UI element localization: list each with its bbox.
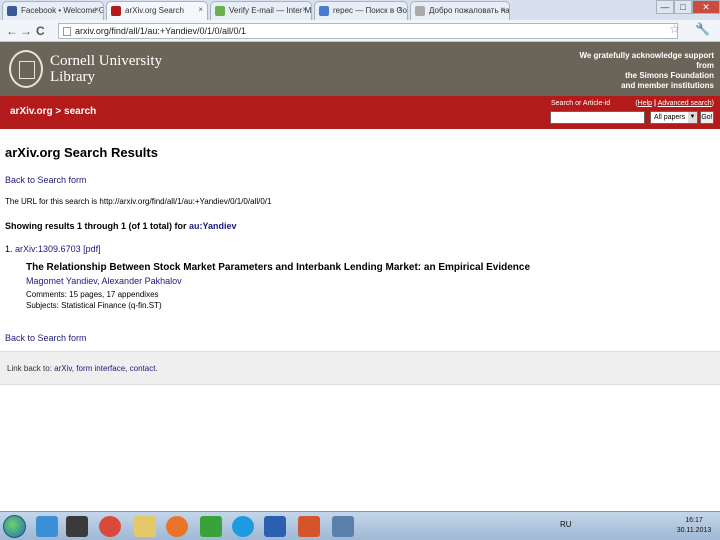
tab-label: Facebook • Welcome Google bbox=[21, 6, 103, 15]
close-window-button[interactable]: ✕ bbox=[692, 0, 720, 14]
arxiv-icon bbox=[111, 6, 121, 16]
firefox-icon[interactable] bbox=[166, 516, 188, 537]
facebook-icon bbox=[7, 6, 17, 16]
cornell-header: Cornell University Library We gratefully… bbox=[0, 42, 720, 96]
support-line: We gratefully acknowledge support from bbox=[579, 51, 714, 70]
footer-comma: , bbox=[71, 364, 75, 373]
paper-subjects: Subjects: Statistical Finance (q-fin.ST) bbox=[26, 301, 162, 310]
cornell-library-logo[interactable]: Cornell University Library bbox=[50, 53, 162, 85]
minimize-button[interactable]: — bbox=[656, 0, 674, 14]
page-title: arXiv.org Search Results bbox=[5, 145, 158, 160]
footer-form-interface-link[interactable]: form interface bbox=[76, 364, 125, 373]
cornell-seal-icon[interactable] bbox=[9, 50, 43, 88]
arxiv-id-link[interactable]: arXiv:1309.6703 bbox=[15, 244, 81, 254]
start-button[interactable] bbox=[3, 515, 26, 538]
authors-link[interactable]: Magomet Yandiev, Alexander Pakhalov bbox=[26, 276, 182, 286]
search-input[interactable] bbox=[550, 111, 645, 124]
search-url-text: The URL for this search is http://arxiv.… bbox=[5, 197, 272, 206]
support-line: the Simons Foundation bbox=[625, 71, 714, 80]
back-to-search-link-bottom[interactable]: Back to Search form bbox=[5, 333, 87, 343]
wrench-icon[interactable]: 🔧 bbox=[695, 22, 710, 36]
page-icon bbox=[63, 27, 71, 36]
chrome-icon[interactable] bbox=[99, 516, 121, 537]
tab-label: repec — Поиск в Google bbox=[333, 6, 407, 15]
page-icon bbox=[415, 6, 425, 16]
media-player-icon[interactable] bbox=[66, 516, 88, 537]
mail-icon bbox=[215, 6, 225, 16]
word-icon[interactable] bbox=[264, 516, 286, 537]
support-acknowledgement[interactable]: We gratefully acknowledge support from t… bbox=[564, 51, 714, 91]
picture-icon[interactable] bbox=[332, 516, 354, 537]
page-footer: Link back to: arXiv, form interface, con… bbox=[0, 351, 720, 385]
back-arrow-icon[interactable]: ← bbox=[6, 24, 18, 38]
window-controls: — □ ✕ bbox=[656, 0, 720, 14]
query-link[interactable]: au:Yandiev bbox=[189, 221, 237, 231]
tab-facebook[interactable]: Facebook • Welcome Google × bbox=[2, 1, 104, 20]
help-link[interactable]: Help bbox=[638, 100, 652, 107]
folder-icon[interactable] bbox=[134, 516, 156, 537]
internet-explorer-icon[interactable] bbox=[36, 516, 58, 537]
advanced-search-link[interactable]: Advanced search bbox=[658, 100, 712, 107]
tab-label: arXiv.org Search bbox=[125, 6, 184, 15]
close-icon[interactable]: × bbox=[94, 5, 99, 14]
browser-window: Facebook • Welcome Google × arXiv.org Se… bbox=[0, 0, 720, 540]
footer-prefix: Link back to: bbox=[7, 364, 52, 373]
go-button[interactable]: Go! bbox=[700, 111, 714, 124]
bookmark-star-icon[interactable]: ☆ bbox=[669, 22, 680, 36]
tab-welcome[interactable]: Добро пожаловать на с × bbox=[410, 1, 510, 20]
footer-links: Link back to: arXiv, form interface, con… bbox=[7, 364, 158, 373]
result-entry: 1. arXiv:1309.6703 [pdf] bbox=[5, 244, 101, 254]
windows-taskbar: RU 16:17 30.11.2013 bbox=[0, 511, 720, 540]
paper-title: The Relationship Between Stock Market Pa… bbox=[26, 262, 531, 273]
browser-toolbar: ← → C arxiv.org/find/all/1/au:+Yandiev/0… bbox=[0, 20, 720, 42]
clock-time: 16:17 bbox=[685, 517, 703, 524]
institution-name: Cornell University bbox=[50, 53, 163, 69]
results-summary-text: Showing results 1 through 1 (of 1 total)… bbox=[5, 221, 187, 231]
footer-period: . bbox=[155, 364, 158, 373]
system-clock[interactable]: 16:17 30.11.2013 bbox=[672, 516, 716, 536]
tab-label: Добро пожаловать на с bbox=[429, 6, 510, 15]
clover-icon[interactable] bbox=[200, 516, 222, 537]
close-icon[interactable]: × bbox=[198, 5, 203, 14]
powerpoint-icon[interactable] bbox=[298, 516, 320, 537]
footer-arxiv-link[interactable]: arXiv bbox=[54, 364, 72, 373]
footer-contact-link[interactable]: contact bbox=[130, 364, 156, 373]
maximize-button[interactable]: □ bbox=[674, 0, 692, 14]
forward-arrow-icon[interactable]: → bbox=[20, 24, 32, 38]
tab-strip: Facebook • Welcome Google × arXiv.org Se… bbox=[0, 0, 720, 20]
reload-icon[interactable]: C bbox=[36, 24, 45, 38]
tab-google[interactable]: repec — Поиск в Google × bbox=[314, 1, 408, 20]
select-value: All papers bbox=[654, 114, 686, 121]
close-icon[interactable]: × bbox=[500, 5, 505, 14]
search-label: Search or Article-id bbox=[551, 100, 611, 107]
arxiv-search-bar: arXiv.org > search Search or Article-id … bbox=[0, 96, 720, 129]
tab-verify-email[interactable]: Verify E-mail — Inter Medi × bbox=[210, 1, 312, 20]
tab-label: Verify E-mail — Inter Medi bbox=[229, 6, 312, 15]
url-text: arxiv.org/find/all/1/au:+Yandiev/0/1/0/a… bbox=[75, 26, 247, 36]
paper-comments: Comments: 15 pages, 17 appendixes bbox=[26, 290, 159, 299]
google-icon bbox=[319, 6, 329, 16]
skype-icon[interactable] bbox=[232, 516, 254, 537]
clock-date: 30.11.2013 bbox=[676, 527, 712, 534]
help-links: (Help | Advanced search) bbox=[635, 100, 714, 107]
close-icon[interactable]: × bbox=[398, 5, 403, 14]
back-to-search-link[interactable]: Back to Search form bbox=[5, 175, 87, 185]
paper-type-select[interactable]: All papers ▼ bbox=[650, 111, 698, 124]
breadcrumb[interactable]: arXiv.org > search bbox=[10, 106, 96, 117]
result-number: 1. bbox=[5, 244, 13, 254]
tab-arxiv-search[interactable]: arXiv.org Search × bbox=[106, 1, 208, 20]
support-line: and member institutions bbox=[621, 81, 714, 90]
chevron-down-icon: ▼ bbox=[688, 112, 697, 123]
institution-subname: Library bbox=[50, 69, 95, 85]
footer-comma: , bbox=[125, 364, 128, 373]
separator: | bbox=[654, 100, 656, 107]
language-indicator[interactable]: RU bbox=[560, 520, 572, 529]
pdf-link[interactable]: [pdf] bbox=[83, 244, 101, 254]
close-icon[interactable]: × bbox=[302, 5, 307, 14]
address-bar[interactable]: arxiv.org/find/all/1/au:+Yandiev/0/1/0/a… bbox=[58, 23, 678, 39]
results-summary: Showing results 1 through 1 (of 1 total)… bbox=[5, 221, 237, 231]
